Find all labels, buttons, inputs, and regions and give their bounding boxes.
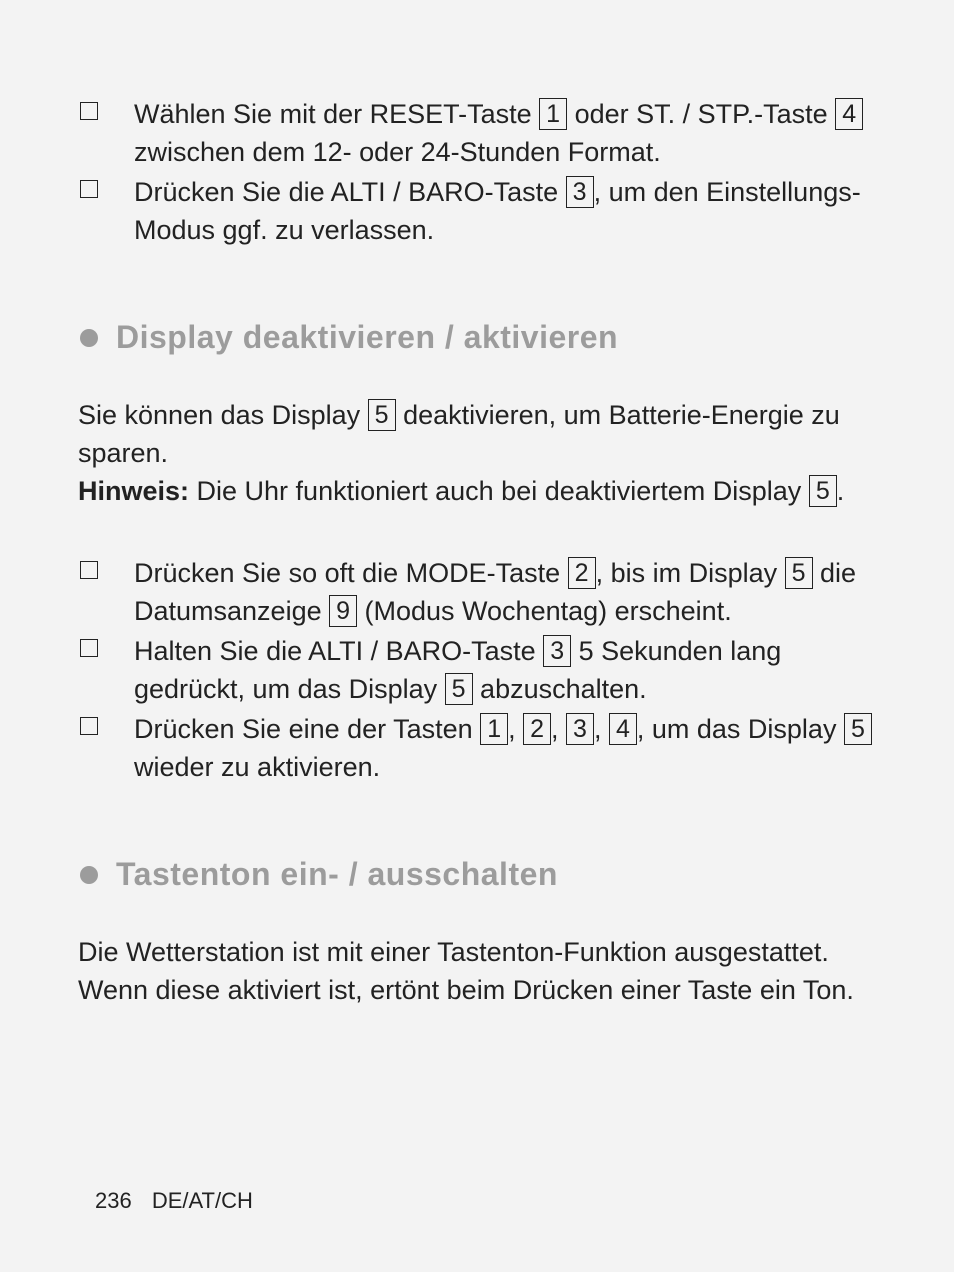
section-title-1: Display deaktivieren / aktivieren bbox=[116, 319, 618, 356]
key-reference-box: 2 bbox=[523, 713, 551, 745]
instruction-list-2: Drücken Sie so oft die MODE-Taste 2, bis… bbox=[78, 554, 876, 786]
section-heading-1: Display deaktivieren / aktivieren bbox=[78, 319, 876, 356]
bullet-dot-icon bbox=[80, 866, 98, 884]
key-reference-box: 5 bbox=[844, 713, 872, 745]
page-footer: 236 DE/AT/CH bbox=[95, 1188, 253, 1214]
key-reference-box: 5 bbox=[809, 475, 837, 507]
key-reference-box: 4 bbox=[609, 713, 637, 745]
key-reference-box: 5 bbox=[785, 557, 813, 589]
key-reference-box: 4 bbox=[835, 98, 863, 130]
note-body: Die Uhr funktioniert auch bei deaktivier… bbox=[189, 476, 844, 506]
list-item-text: Drücken Sie die ALTI / BARO-Taste 3, um … bbox=[134, 173, 876, 249]
section1-note: Hinweis: Die Uhr funktioniert auch bei d… bbox=[78, 472, 876, 510]
list-item-text: Halten Sie die ALTI / BARO-Taste 3 5 Sek… bbox=[134, 632, 876, 708]
section-heading-2: Tastenton ein- / ausschalten bbox=[78, 856, 876, 893]
bullet-dot-icon bbox=[80, 329, 98, 347]
checkbox-bullet-icon bbox=[80, 639, 98, 657]
section2-intro: Die Wetterstation ist mit einer Tastento… bbox=[78, 933, 876, 1009]
key-reference-box: 9 bbox=[329, 595, 357, 627]
key-reference-box: 1 bbox=[539, 98, 567, 130]
key-reference-box: 3 bbox=[566, 713, 594, 745]
key-reference-box: 1 bbox=[480, 713, 508, 745]
key-reference-box: 5 bbox=[368, 399, 396, 431]
list-item-text: Drücken Sie so oft die MODE-Taste 2, bis… bbox=[134, 554, 876, 630]
section1-intro: Sie können das Display 5 deaktivieren, u… bbox=[78, 396, 876, 472]
list-item: Halten Sie die ALTI / BARO-Taste 3 5 Sek… bbox=[78, 632, 876, 708]
list-item: Drücken Sie so oft die MODE-Taste 2, bis… bbox=[78, 554, 876, 630]
key-reference-box: 3 bbox=[543, 635, 571, 667]
checkbox-bullet-icon bbox=[80, 717, 98, 735]
checkbox-bullet-icon bbox=[80, 180, 98, 198]
footer-locale: DE/AT/CH bbox=[152, 1188, 253, 1213]
key-reference-box: 2 bbox=[568, 557, 596, 589]
checkbox-bullet-icon bbox=[80, 102, 98, 120]
list-item: Wählen Sie mit der RESET-Taste 1 oder ST… bbox=[78, 95, 876, 171]
section1-intro-block: Sie können das Display 5 deaktivieren, u… bbox=[78, 396, 876, 510]
document-page: Wählen Sie mit der RESET-Taste 1 oder ST… bbox=[0, 0, 954, 1272]
key-reference-box: 3 bbox=[566, 176, 594, 208]
list-item-text: Drücken Sie eine der Tasten 1, 2, 3, 4, … bbox=[134, 710, 876, 786]
section-title-2: Tastenton ein- / ausschalten bbox=[116, 856, 558, 893]
list-item: Drücken Sie eine der Tasten 1, 2, 3, 4, … bbox=[78, 710, 876, 786]
note-label: Hinweis: bbox=[78, 476, 189, 506]
instruction-list-1: Wählen Sie mit der RESET-Taste 1 oder ST… bbox=[78, 95, 876, 249]
page-number: 236 bbox=[95, 1188, 132, 1213]
checkbox-bullet-icon bbox=[80, 561, 98, 579]
key-reference-box: 5 bbox=[445, 673, 473, 705]
list-item-text: Wählen Sie mit der RESET-Taste 1 oder ST… bbox=[134, 95, 876, 171]
list-item: Drücken Sie die ALTI / BARO-Taste 3, um … bbox=[78, 173, 876, 249]
